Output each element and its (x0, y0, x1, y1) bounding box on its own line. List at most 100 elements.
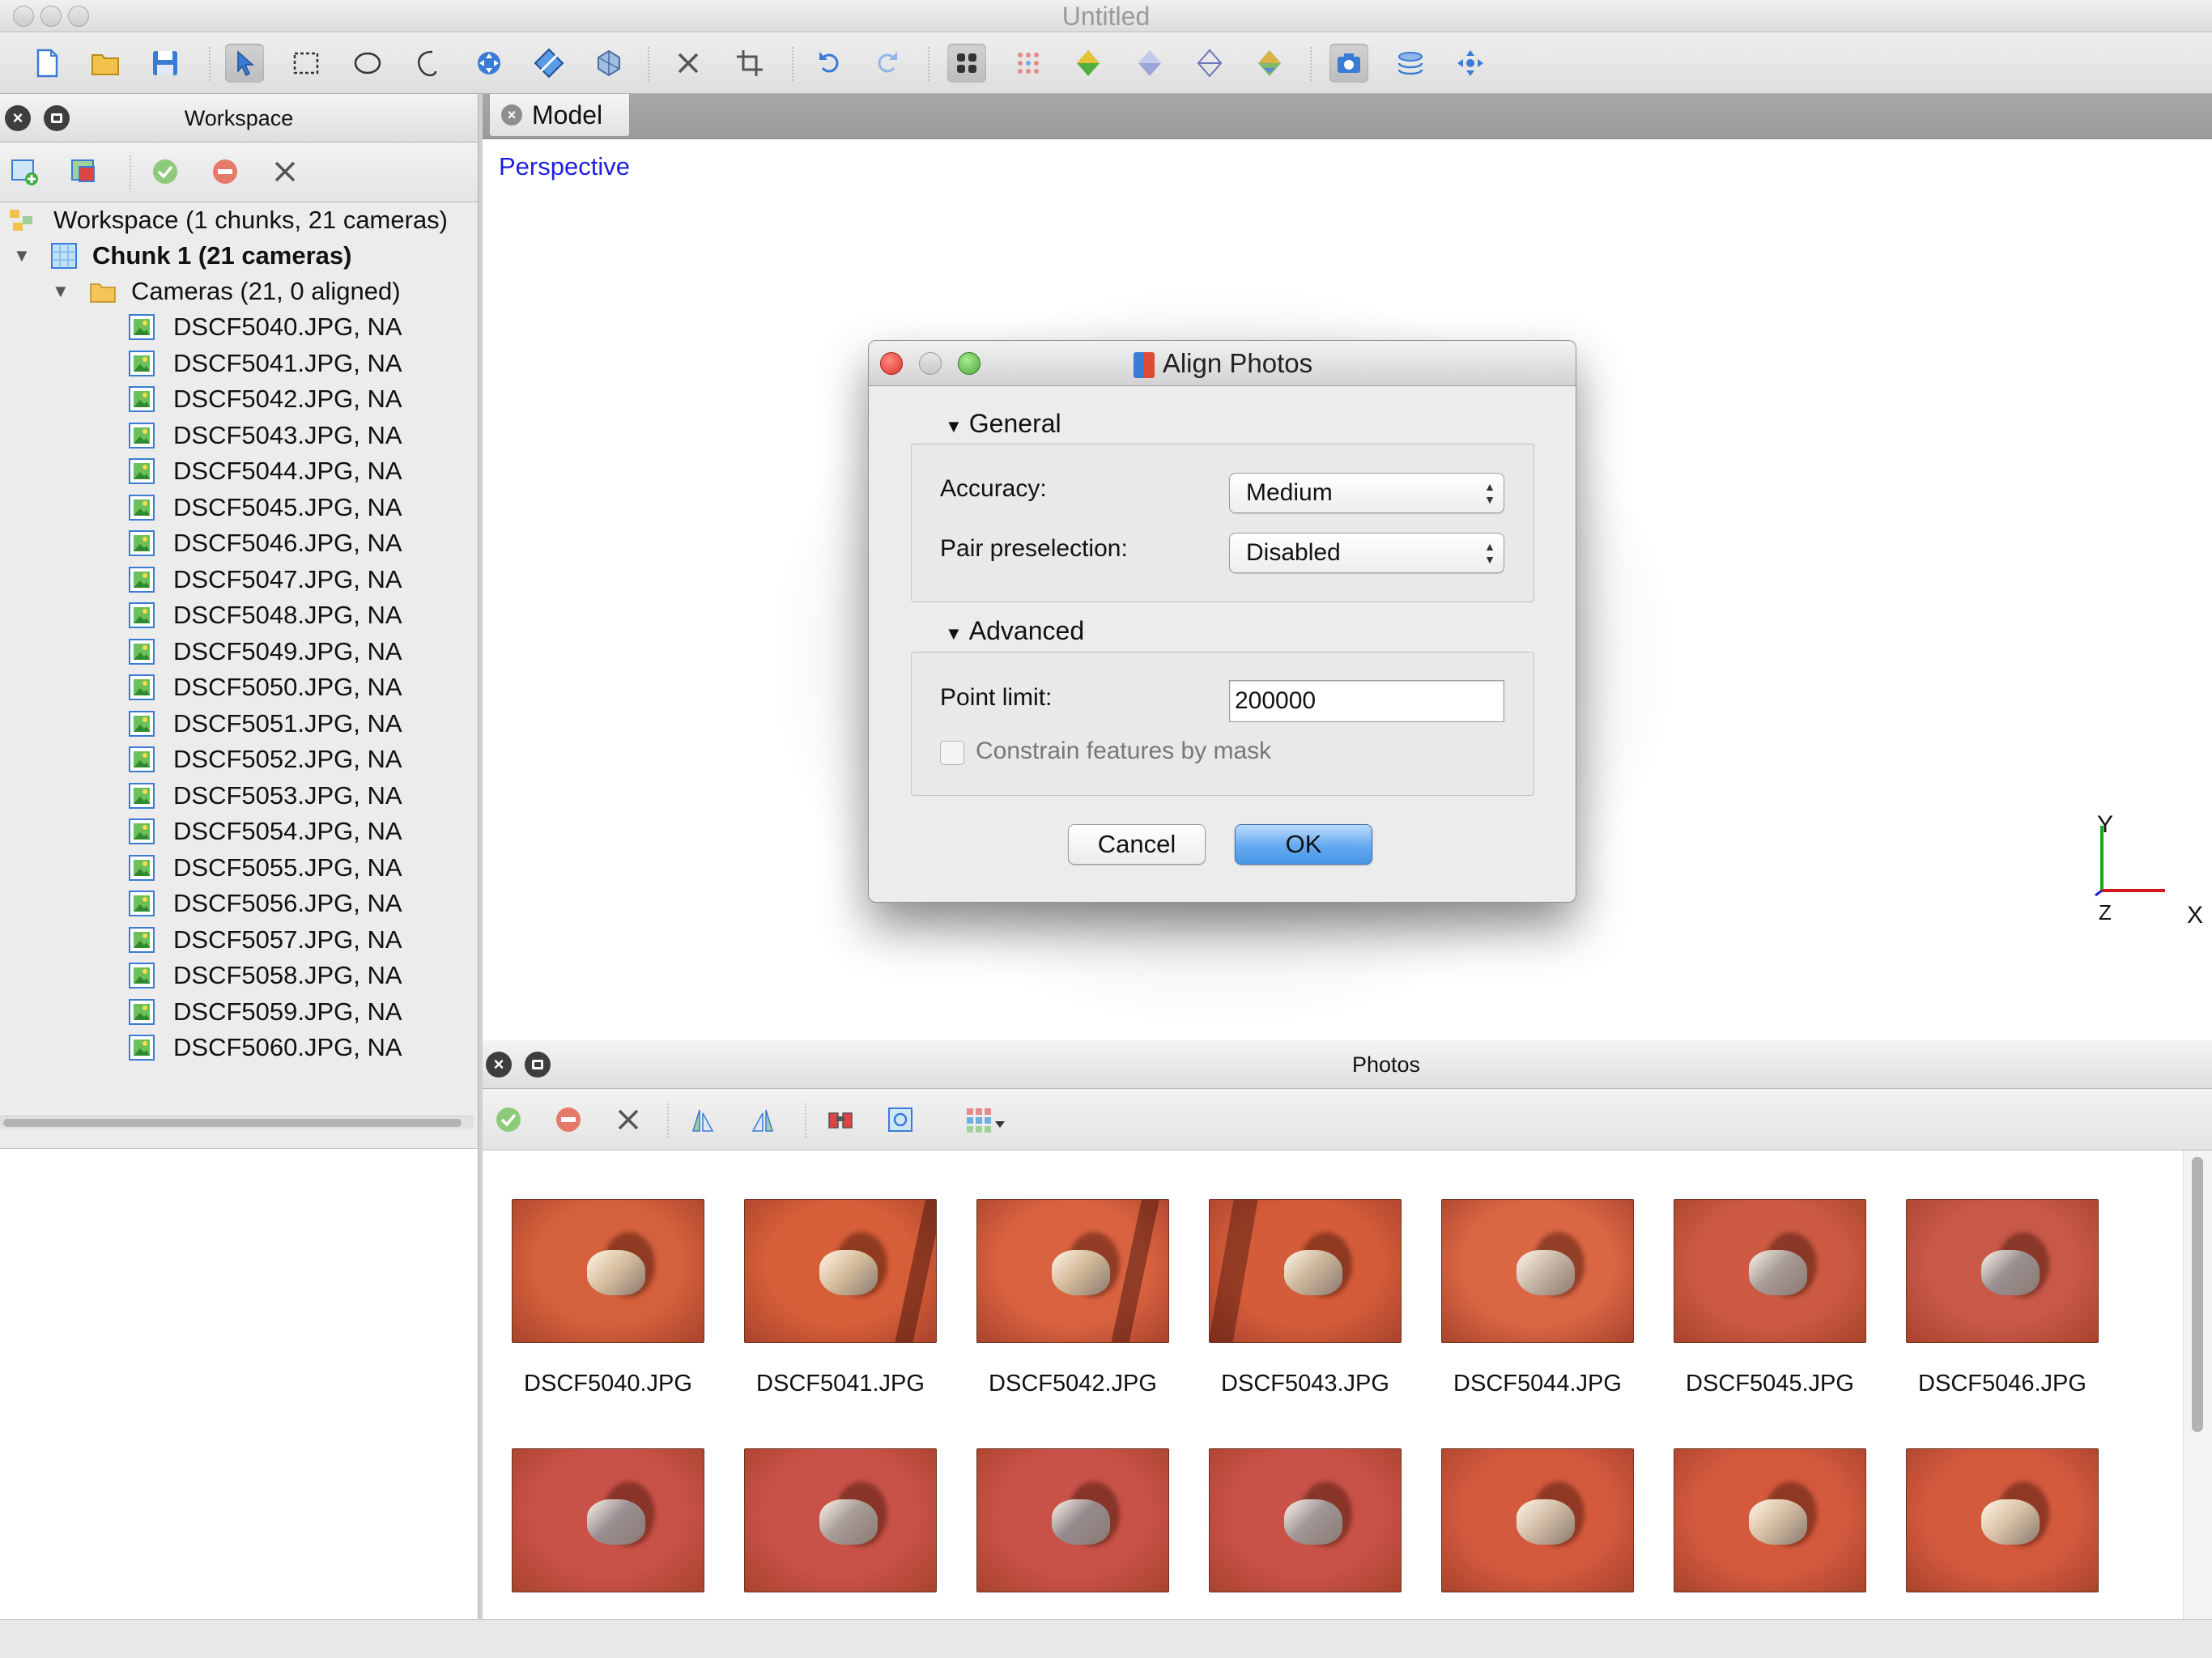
save-icon[interactable] (146, 44, 185, 83)
tree-camera-label: DSCF5044.JPG, NA (173, 457, 402, 485)
workspace-panel-title: Workspace (184, 106, 294, 130)
add-photos-icon[interactable] (66, 154, 102, 189)
tree-cameras-label: Cameras (21, 0 aligned) (131, 277, 401, 305)
photo-thumbnail[interactable] (1209, 1199, 1402, 1343)
reset-view-icon[interactable] (883, 1102, 918, 1137)
view-mode-dropdown[interactable] (960, 1102, 1012, 1137)
photo-icon (129, 854, 155, 881)
view-photo-icon[interactable] (823, 1102, 858, 1137)
photo-thumbnail[interactable] (744, 1448, 937, 1592)
photo-thumbnail[interactable] (1674, 1199, 1866, 1343)
photo-thumbnail[interactable] (512, 1448, 704, 1592)
expand-triangle-icon[interactable]: ▼ (13, 238, 31, 274)
axis-z-label: Z (2099, 900, 2112, 925)
pair-preselection-select[interactable]: Disabled ▲ ▼ (1229, 533, 1504, 573)
remove-cameras-icon[interactable] (610, 1102, 646, 1137)
rotate-left-icon[interactable] (685, 1102, 721, 1137)
redo-icon[interactable] (868, 44, 907, 83)
tab-model[interactable]: × Model (489, 94, 630, 137)
layers-icon[interactable] (1391, 44, 1430, 83)
move-object-icon[interactable] (1451, 44, 1490, 83)
photo-caption: DSCF5041.JPG (756, 1371, 925, 1397)
general-section-header[interactable]: ▼ General (945, 409, 1065, 439)
toolbar-separator (1310, 47, 1312, 81)
ok-button[interactable]: OK (1235, 824, 1372, 865)
tree-camera-label: DSCF5060.JPG, NA (173, 1033, 402, 1061)
textured-model-icon[interactable] (1250, 44, 1289, 83)
photo-thumbnail[interactable] (1441, 1199, 1634, 1343)
circle-selection-icon[interactable] (348, 44, 387, 83)
accuracy-select[interactable]: Medium ▲ ▼ (1229, 473, 1504, 513)
photo-icon (129, 963, 155, 988)
toolbar-separator (928, 47, 929, 81)
photo-caption: DSCF5042.JPG (989, 1371, 1157, 1397)
close-tab-icon[interactable]: × (501, 104, 522, 125)
toolbar-separator (209, 47, 211, 81)
photo-thumbnail[interactable] (744, 1199, 937, 1343)
new-document-icon[interactable] (28, 44, 66, 83)
rectangle-selection-icon[interactable] (287, 44, 325, 83)
tab-model-label: Model (532, 100, 603, 130)
remove-items-icon[interactable] (267, 154, 303, 189)
advanced-section-header[interactable]: ▼ Advanced (945, 616, 1088, 646)
photo-icon (129, 746, 155, 772)
undo-icon[interactable] (810, 44, 849, 83)
photo-thumbnail[interactable] (976, 1448, 1169, 1592)
photos-scrollbar[interactable] (2183, 1150, 2212, 1619)
free-form-selection-icon[interactable] (408, 44, 447, 83)
photo-thumbnail[interactable] (1906, 1199, 2099, 1343)
toolbar-separator (130, 155, 131, 189)
disable-cameras-icon[interactable] (551, 1102, 586, 1137)
solid-model-icon[interactable] (1130, 44, 1169, 83)
photo-icon (129, 494, 155, 521)
add-chunk-icon[interactable] (6, 154, 42, 189)
delete-selection-icon[interactable] (669, 44, 708, 83)
photo-caption: DSCF5045.JPG (1686, 1371, 1854, 1397)
align-photos-dialog: Align Photos ▼ General Accuracy: Medium ▲ ▼… (868, 340, 1576, 903)
open-folder-icon[interactable] (86, 44, 125, 83)
select-pointer-icon[interactable] (225, 44, 264, 83)
tree-camera-label: DSCF5047.JPG, NA (173, 564, 402, 593)
tree-camera-label: DSCF5058.JPG, NA (173, 961, 402, 989)
tree-camera-label: DSCF5056.JPG, NA (173, 889, 402, 917)
camera-view-icon[interactable] (1329, 44, 1368, 83)
show-cameras-icon[interactable] (947, 44, 986, 83)
wireframe-model-icon[interactable] (1190, 44, 1229, 83)
rotate-right-icon[interactable] (745, 1102, 781, 1137)
rotate-region-icon[interactable] (589, 44, 628, 83)
tree-camera-label: DSCF5053.JPG, NA (173, 780, 402, 810)
crop-selection-icon[interactable] (730, 44, 769, 83)
enable-cameras-icon[interactable] (147, 154, 183, 189)
photo-icon (129, 386, 155, 412)
photo-icon (129, 638, 155, 665)
tree-camera-label: DSCF5043.JPG, NA (173, 420, 402, 449)
resize-region-icon[interactable] (530, 44, 568, 83)
photo-thumbnail[interactable] (512, 1199, 704, 1343)
folder-icon (90, 283, 116, 303)
point-limit-input[interactable]: 200000 (1229, 680, 1504, 722)
scrollbar-thumb[interactable] (3, 1119, 462, 1127)
tree-camera-label: DSCF5059.JPG, NA (173, 997, 402, 1026)
photo-thumbnail[interactable] (976, 1199, 1169, 1343)
constrain-by-mask-checkbox[interactable] (940, 741, 964, 765)
navigation-icon[interactable] (470, 44, 508, 83)
disable-cameras-icon[interactable] (207, 154, 243, 189)
photo-thumbnail[interactable] (1906, 1448, 2099, 1592)
projection-label: Perspective (499, 152, 630, 181)
photo-thumbnail[interactable] (1441, 1448, 1634, 1592)
photo-thumbnail[interactable] (1674, 1448, 1866, 1592)
chunk-icon (51, 243, 77, 269)
enable-cameras-icon[interactable] (491, 1102, 526, 1137)
cancel-button[interactable]: Cancel (1068, 824, 1206, 865)
photo-thumbnail[interactable] (1209, 1448, 1402, 1592)
shaded-model-icon[interactable] (1069, 44, 1108, 83)
photos-panel-title: Photos (1351, 1052, 1421, 1077)
point-cloud-icon[interactable] (1009, 44, 1048, 83)
tree-camera-label: DSCF5041.JPG, NA (173, 348, 402, 377)
photo-icon (129, 458, 155, 484)
photos-panel-header: × Photos (483, 1040, 2212, 1089)
expand-triangle-icon[interactable]: ▼ (52, 274, 70, 309)
photo-icon (129, 1035, 155, 1061)
scrollbar-thumb[interactable] (2192, 1157, 2203, 1432)
workspace-scrollbar[interactable] (0, 1116, 474, 1129)
